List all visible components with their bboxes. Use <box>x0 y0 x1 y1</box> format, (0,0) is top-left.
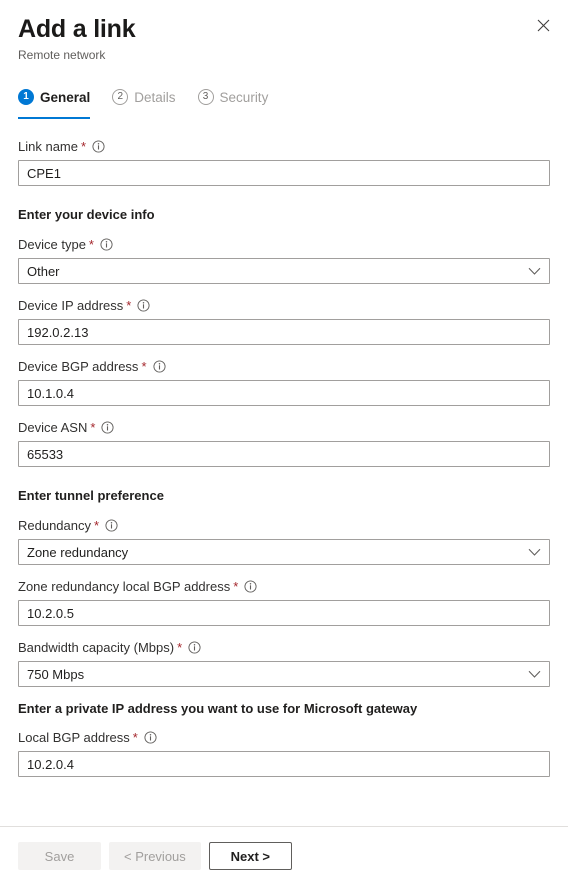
tab-details[interactable]: 2 Details <box>112 82 176 112</box>
save-button[interactable]: Save <box>18 842 101 870</box>
device-bgp-input[interactable] <box>18 380 550 406</box>
section-header-tunnel-preference: Enter tunnel preference <box>18 488 164 503</box>
zone-bgp-input[interactable] <box>18 600 550 626</box>
bandwidth-label-text: Bandwidth capacity (Mbps) <box>18 640 175 655</box>
local-bgp-label: Local BGP address * <box>18 729 550 746</box>
redundancy-label-text: Redundancy <box>18 518 91 533</box>
required-asterisk: * <box>94 518 100 533</box>
required-asterisk: * <box>90 420 96 435</box>
section-header-device-info: Enter your device info <box>18 207 155 222</box>
info-icon[interactable] <box>101 421 114 434</box>
footer-buttons: Save < Previous Next > <box>0 827 568 870</box>
close-button[interactable] <box>530 12 556 38</box>
chevron-down-icon <box>528 670 541 679</box>
next-button[interactable]: Next > <box>208 842 292 870</box>
redundancy-label: Redundancy * <box>18 517 550 534</box>
device-asn-input[interactable] <box>18 441 550 467</box>
info-icon[interactable] <box>188 641 201 654</box>
wizard-tabs: 1 General 2 Details 3 Security <box>0 82 568 119</box>
tab-security[interactable]: 3 Security <box>197 82 269 112</box>
close-icon <box>537 19 550 32</box>
device-ip-label-text: Device IP address <box>18 298 124 313</box>
device-asn-label: Device ASN * <box>18 419 550 436</box>
redundancy-value: Zone redundancy <box>27 544 129 560</box>
chevron-down-icon <box>528 267 541 276</box>
info-icon[interactable] <box>92 140 105 153</box>
general-form: Link name * Enter your device info Devic… <box>0 138 568 777</box>
previous-button[interactable]: < Previous <box>109 842 201 870</box>
info-icon[interactable] <box>244 580 257 593</box>
field-local-bgp-address: Local BGP address * <box>18 729 550 777</box>
panel-footer: Save < Previous Next > <box>0 826 568 890</box>
local-bgp-label-text: Local BGP address <box>18 730 130 745</box>
panel-header: Add a link Remote network <box>0 0 568 63</box>
device-type-label-text: Device type <box>18 237 86 252</box>
device-bgp-label-text: Device BGP address <box>18 359 139 374</box>
bandwidth-select[interactable]: 750 Mbps <box>18 661 550 687</box>
info-icon[interactable] <box>100 238 113 251</box>
field-bandwidth-capacity: Bandwidth capacity (Mbps) * 750 Mbps <box>18 639 550 687</box>
local-bgp-input[interactable] <box>18 751 550 777</box>
field-device-asn: Device ASN * <box>18 419 550 467</box>
tab-details-step-number: 2 <box>112 89 129 105</box>
field-redundancy: Redundancy * Zone redundancy <box>18 517 550 565</box>
required-asterisk: * <box>132 730 138 745</box>
device-type-value: Other <box>27 263 60 279</box>
page-title: Add a link <box>18 15 136 43</box>
link-name-input[interactable] <box>18 160 550 186</box>
tab-general-step-number: 1 <box>18 89 34 105</box>
field-device-ip-address: Device IP address * <box>18 297 550 345</box>
device-ip-input[interactable] <box>18 319 550 345</box>
zone-bgp-label: Zone redundancy local BGP address * <box>18 578 550 595</box>
device-bgp-label: Device BGP address * <box>18 358 550 375</box>
bandwidth-value: 750 Mbps <box>27 666 85 682</box>
page-subtitle: Remote network <box>18 48 106 62</box>
info-icon[interactable] <box>137 299 150 312</box>
field-device-bgp-address: Device BGP address * <box>18 358 550 406</box>
tab-general-label: General <box>40 89 91 105</box>
device-type-label: Device type * <box>18 236 550 253</box>
add-link-panel: Add a link Remote network 1 General 2 De… <box>0 0 568 890</box>
link-name-label: Link name * <box>18 138 550 155</box>
redundancy-select[interactable]: Zone redundancy <box>18 539 550 565</box>
required-asterisk: * <box>141 359 147 374</box>
info-icon[interactable] <box>152 360 166 373</box>
section-header-microsoft-gateway: Enter a private IP address you want to u… <box>18 701 418 716</box>
device-type-select[interactable]: Other <box>18 258 550 284</box>
required-asterisk: * <box>80 139 87 154</box>
required-asterisk: * <box>126 298 132 313</box>
required-asterisk: * <box>177 640 183 655</box>
tab-general[interactable]: 1 General <box>18 82 91 119</box>
tab-security-label: Security <box>219 89 269 105</box>
required-asterisk: * <box>233 579 239 594</box>
field-link-name: Link name * <box>18 138 550 186</box>
info-icon[interactable] <box>144 731 157 744</box>
field-zone-redundancy-local-bgp-address: Zone redundancy local BGP address * <box>18 578 550 626</box>
device-ip-label: Device IP address * <box>18 297 550 314</box>
device-asn-label-text: Device ASN <box>18 420 88 435</box>
info-icon[interactable] <box>105 519 118 532</box>
zone-bgp-label-text: Zone redundancy local BGP address <box>18 579 231 594</box>
tab-security-step-number: 3 <box>197 89 214 105</box>
field-device-type: Device type * Other <box>18 236 550 284</box>
chevron-down-icon <box>528 548 541 557</box>
tab-details-label: Details <box>134 89 176 105</box>
required-asterisk: * <box>88 237 94 252</box>
bandwidth-label: Bandwidth capacity (Mbps) * <box>18 639 550 656</box>
link-name-label-text: Link name <box>18 139 78 154</box>
